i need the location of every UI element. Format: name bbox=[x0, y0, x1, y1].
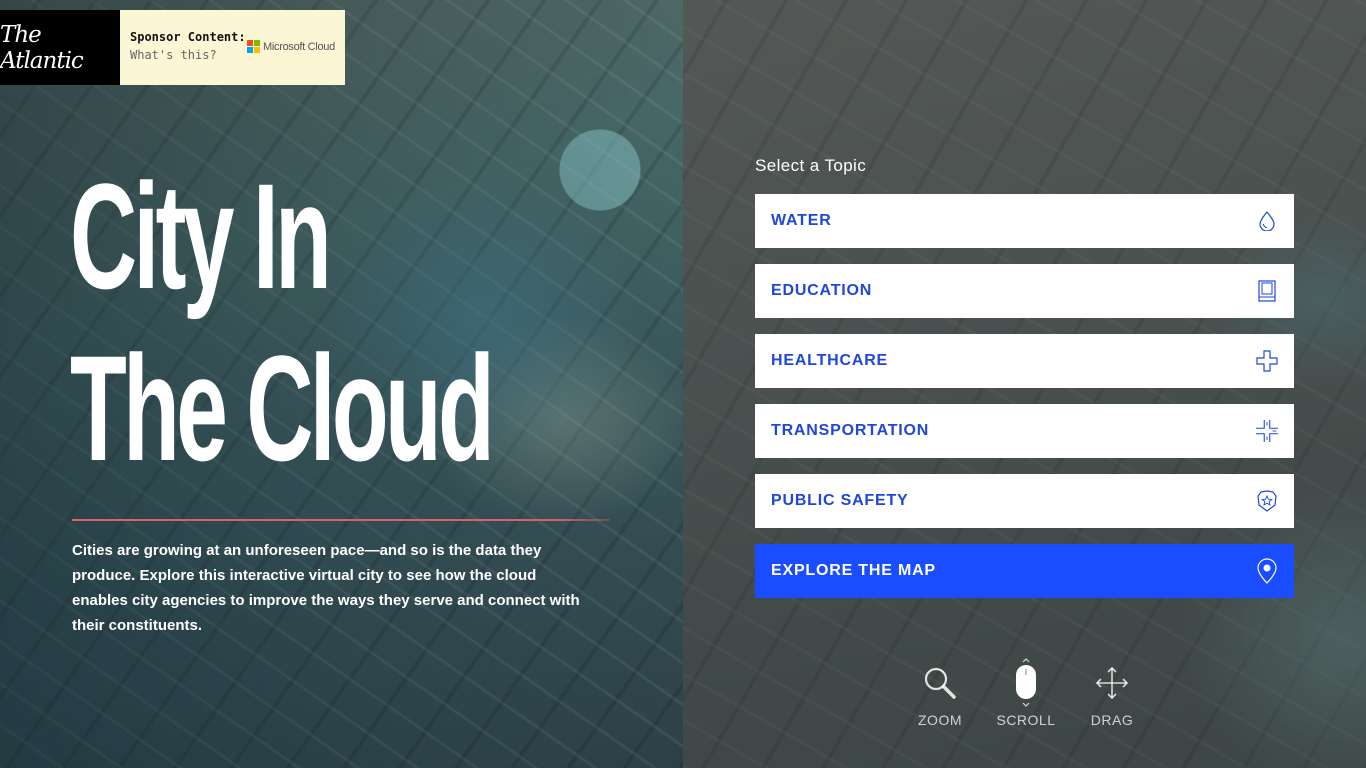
zoom-label: ZOOM bbox=[918, 712, 962, 728]
topic-label: WATER bbox=[771, 212, 832, 229]
scroll-label: SCROLL bbox=[996, 712, 1056, 728]
explore-map-button[interactable]: EXPLORE THE MAP bbox=[755, 544, 1294, 598]
topic-healthcare-button[interactable]: HEALTHCARE bbox=[755, 334, 1294, 388]
title-line-2: The Cloud bbox=[70, 324, 495, 492]
move-arrows-icon bbox=[1094, 658, 1130, 708]
topic-label: TRANSPORTATION bbox=[771, 422, 930, 439]
logo-text: The Atlantic bbox=[0, 21, 84, 74]
microsoft-cloud-logo[interactable]: Microsoft Cloud bbox=[247, 40, 335, 53]
microsoft-logo-icon bbox=[247, 40, 260, 53]
title-line-1: City In bbox=[70, 152, 332, 320]
book-icon bbox=[1256, 280, 1278, 302]
the-atlantic-logo[interactable]: The Atlantic bbox=[0, 10, 120, 85]
mouse-scroll-icon bbox=[1014, 658, 1038, 708]
topic-public-safety-button[interactable]: PUBLIC SAFETY bbox=[755, 474, 1294, 528]
topic-label: HEALTHCARE bbox=[771, 352, 889, 369]
police-badge-icon bbox=[1256, 490, 1278, 512]
title-divider bbox=[72, 519, 610, 521]
scroll-control: SCROLL bbox=[996, 658, 1056, 728]
topic-heading: Select a Topic bbox=[755, 156, 867, 175]
water-drop-icon bbox=[1256, 210, 1278, 232]
topic-label: EXPLORE THE MAP bbox=[771, 562, 936, 579]
topic-label: PUBLIC SAFETY bbox=[771, 492, 909, 509]
topic-education-button[interactable]: EDUCATION bbox=[755, 264, 1294, 318]
topic-water-button[interactable]: WATER bbox=[755, 194, 1294, 248]
sponsor-brand-name: Microsoft Cloud bbox=[263, 40, 335, 53]
zoom-control: ZOOM bbox=[910, 658, 970, 728]
drag-control: DRAG bbox=[1082, 658, 1142, 728]
topic-label: EDUCATION bbox=[771, 282, 873, 299]
page-title: City In The Cloud bbox=[70, 150, 495, 494]
drag-label: DRAG bbox=[1090, 712, 1134, 728]
sponsor-banner: Sponsor Content: What's this? Microsoft … bbox=[120, 10, 345, 85]
topic-transportation-button[interactable]: TRANSPORTATION bbox=[755, 404, 1294, 458]
medical-cross-icon bbox=[1256, 350, 1278, 372]
magnifier-icon bbox=[923, 658, 957, 708]
intro-description: Cities are growing at an unforeseen pace… bbox=[72, 542, 580, 634]
road-intersection-icon bbox=[1256, 420, 1278, 442]
map-pin-icon bbox=[1256, 558, 1278, 584]
controls-hint: ZOOM SCROLL DRAG bbox=[910, 658, 1142, 728]
topic-list: WATER EDUCATION HEALTHCARE TRANSPORTATIO… bbox=[755, 194, 1294, 614]
